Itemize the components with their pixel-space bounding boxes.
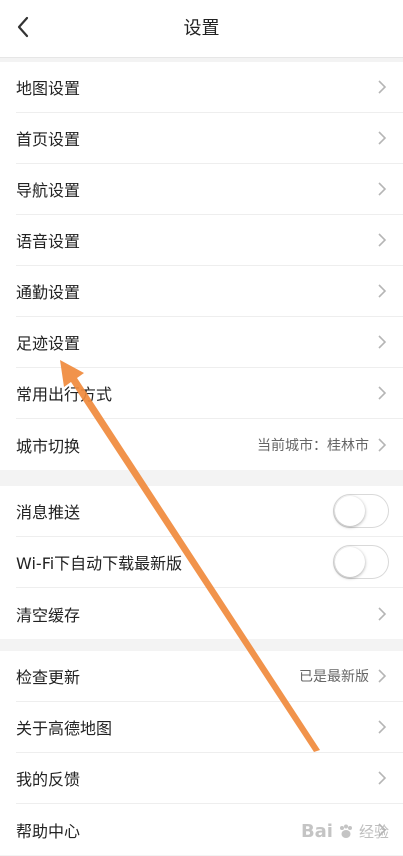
row-home-settings[interactable]: 首页设置 <box>16 113 403 164</box>
update-status-value: 已是最新版 <box>299 669 369 685</box>
wifi-auto-download-toggle[interactable] <box>333 545 389 579</box>
settings-group-download: 消息推送 Wi-Fi下自动下载最新版 清空缓存 <box>0 486 403 639</box>
chevron-right-icon <box>377 437 387 453</box>
nav-bar: 设置 <box>0 0 403 58</box>
row-label: 帮助中心 <box>16 821 81 841</box>
current-city-value: 当前城市：桂林市 <box>257 437 369 454</box>
row-city-switch[interactable]: 城市切换 当前城市：桂林市 <box>16 419 403 470</box>
chevron-right-icon <box>377 334 387 350</box>
push-messages-toggle[interactable] <box>333 494 389 528</box>
chevron-right-icon <box>377 181 387 197</box>
row-label: 常用出行方式 <box>16 385 113 404</box>
row-label: 关于高德地图 <box>16 719 113 738</box>
chevron-right-icon <box>377 79 387 95</box>
row-wifi-auto-download: Wi-Fi下自动下载最新版 <box>16 537 403 588</box>
row-navigation-settings[interactable]: 导航设置 <box>16 164 403 215</box>
row-label: 首页设置 <box>16 130 81 149</box>
row-label: 语音设置 <box>16 232 81 251</box>
row-label: 通勤设置 <box>16 283 81 302</box>
row-label: Wi-Fi下自动下载最新版 <box>16 554 183 573</box>
row-label: 导航设置 <box>16 181 81 200</box>
row-voice-settings[interactable]: 语音设置 <box>16 215 403 266</box>
chevron-right-icon <box>377 770 387 786</box>
row-clear-cache[interactable]: 清空缓存 <box>16 588 403 639</box>
chevron-right-icon <box>377 385 387 401</box>
row-push-messages: 消息推送 <box>16 486 403 537</box>
row-commute-settings[interactable]: 通勤设置 <box>16 266 403 317</box>
row-check-update[interactable]: 检查更新 已是最新版 <box>16 651 403 702</box>
chevron-right-icon <box>377 822 387 838</box>
row-footprint-settings[interactable]: 足迹设置 <box>16 317 403 368</box>
chevron-right-icon <box>377 719 387 735</box>
row-label: 足迹设置 <box>16 334 81 353</box>
settings-group-general: 地图设置 首页设置 导航设置 语音设置 通勤设置 足迹设置 常用出行方式 城市切… <box>0 62 403 470</box>
chevron-right-icon <box>377 283 387 299</box>
chevron-right-icon <box>377 232 387 248</box>
row-label: 我的反馈 <box>16 770 81 789</box>
row-about[interactable]: 关于高德地图 <box>16 702 403 753</box>
chevron-right-icon <box>377 668 387 684</box>
row-label: 消息推送 <box>16 503 81 522</box>
row-label: 检查更新 <box>16 668 81 687</box>
row-label: 地图设置 <box>16 79 81 98</box>
row-label: 清空缓存 <box>16 605 81 625</box>
settings-group-about: 检查更新 已是最新版 关于高德地图 我的反馈 帮助中心 <box>0 651 403 855</box>
chevron-right-icon <box>377 130 387 146</box>
row-my-feedback[interactable]: 我的反馈 <box>16 753 403 804</box>
row-travel-mode[interactable]: 常用出行方式 <box>16 368 403 419</box>
row-map-settings[interactable]: 地图设置 <box>16 62 403 113</box>
toggle-knob <box>335 547 365 577</box>
toggle-knob <box>335 496 365 526</box>
page-title: 设置 <box>183 18 220 39</box>
row-help-center[interactable]: 帮助中心 <box>16 804 403 855</box>
chevron-right-icon <box>377 606 387 622</box>
row-label: 城市切换 <box>16 436 81 456</box>
